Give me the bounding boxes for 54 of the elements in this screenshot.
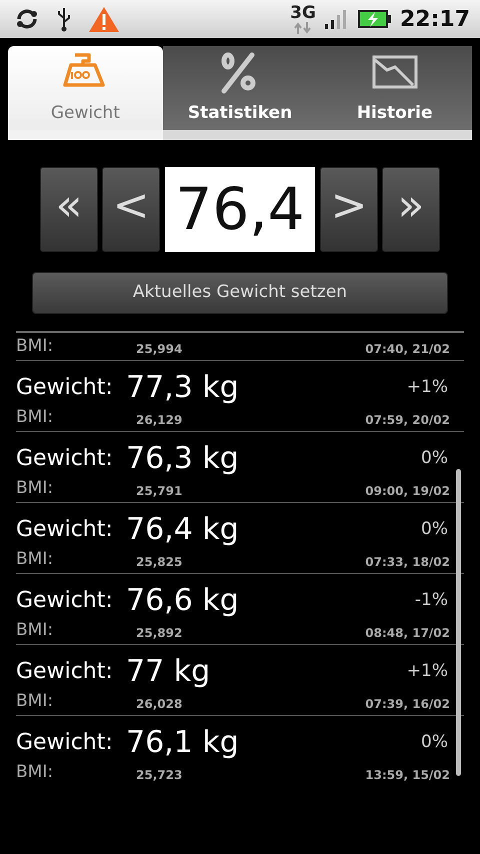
weight-value-field[interactable]: 76,4	[165, 167, 315, 252]
battery-icon	[358, 9, 392, 29]
entry-time: 07:33, 18/02	[365, 554, 451, 570]
change-percent: +1%	[406, 660, 449, 683]
change-percent: -1%	[414, 588, 449, 612]
weight-label: Gewicht:	[16, 516, 114, 544]
change-percent: +1%	[406, 376, 449, 399]
entry-time: 07:39, 16/02	[365, 696, 451, 712]
weight-value: 76,1 kg	[126, 726, 240, 759]
change-percent: 0%	[421, 446, 449, 470]
entry-time: 07:59, 20/02	[365, 412, 451, 428]
change-percent: 0%	[421, 730, 449, 754]
weight-value: 77 kg	[126, 655, 212, 688]
bmi-label: BMI:	[16, 690, 54, 713]
weight-value: 76,6 kg	[126, 584, 240, 617]
set-weight-button[interactable]: Aktuelles Gewicht setzen	[32, 272, 448, 314]
weight-value: 76,4 kg	[126, 513, 240, 546]
entry-time: 07:40, 21/02	[365, 340, 451, 358]
bmi-value: 25,892	[136, 624, 184, 642]
weight-label: Gewicht:	[16, 374, 114, 402]
weight-value: 76,3 kg	[126, 442, 240, 475]
tab[interactable]: Statistiken	[162, 46, 318, 140]
network-label: 3G	[290, 4, 316, 22]
weight-value: 77,3 kg	[126, 371, 240, 404]
bmi-label: BMI:	[16, 406, 54, 429]
fast-increase-button[interactable]: »	[382, 167, 440, 252]
entry-time: 09:00, 19/02	[365, 482, 451, 500]
warning-icon	[88, 5, 120, 33]
entry-time: 08:48, 17/02	[365, 624, 451, 642]
decrease-button[interactable]: <	[102, 167, 160, 252]
bmi-value: 25,723	[136, 766, 184, 784]
bmi-value: 25,994	[136, 340, 184, 358]
bmi-value: 26,129	[136, 412, 184, 428]
bmi-label: BMI:	[16, 334, 54, 358]
usb-icon	[56, 6, 72, 32]
bmi-value: 25,825	[136, 554, 184, 570]
weight-label: Gewicht:	[16, 729, 114, 757]
tab[interactable]: Historie	[317, 46, 472, 140]
bmi-label: BMI:	[16, 760, 54, 784]
weight-label: Gewicht:	[16, 658, 114, 686]
weight-label: Gewicht:	[16, 587, 114, 615]
bmi-label: BMI:	[16, 476, 54, 500]
weight-label: Gewicht:	[16, 445, 114, 473]
bmi-label: BMI:	[16, 618, 54, 642]
bmi-value: 26,028	[136, 696, 184, 712]
change-percent: 0%	[421, 518, 449, 541]
tab[interactable]: Gewicht	[8, 46, 163, 140]
bmi-value: 25,791	[136, 482, 184, 500]
bmi-label: BMI:	[16, 548, 54, 571]
clock-time: 22:17	[400, 6, 470, 34]
entry-time: 13:59, 15/02	[365, 766, 451, 784]
increase-button[interactable]: >	[320, 167, 378, 252]
data-arrows-icon	[293, 22, 314, 34]
fast-decrease-button[interactable]: «	[40, 167, 98, 252]
